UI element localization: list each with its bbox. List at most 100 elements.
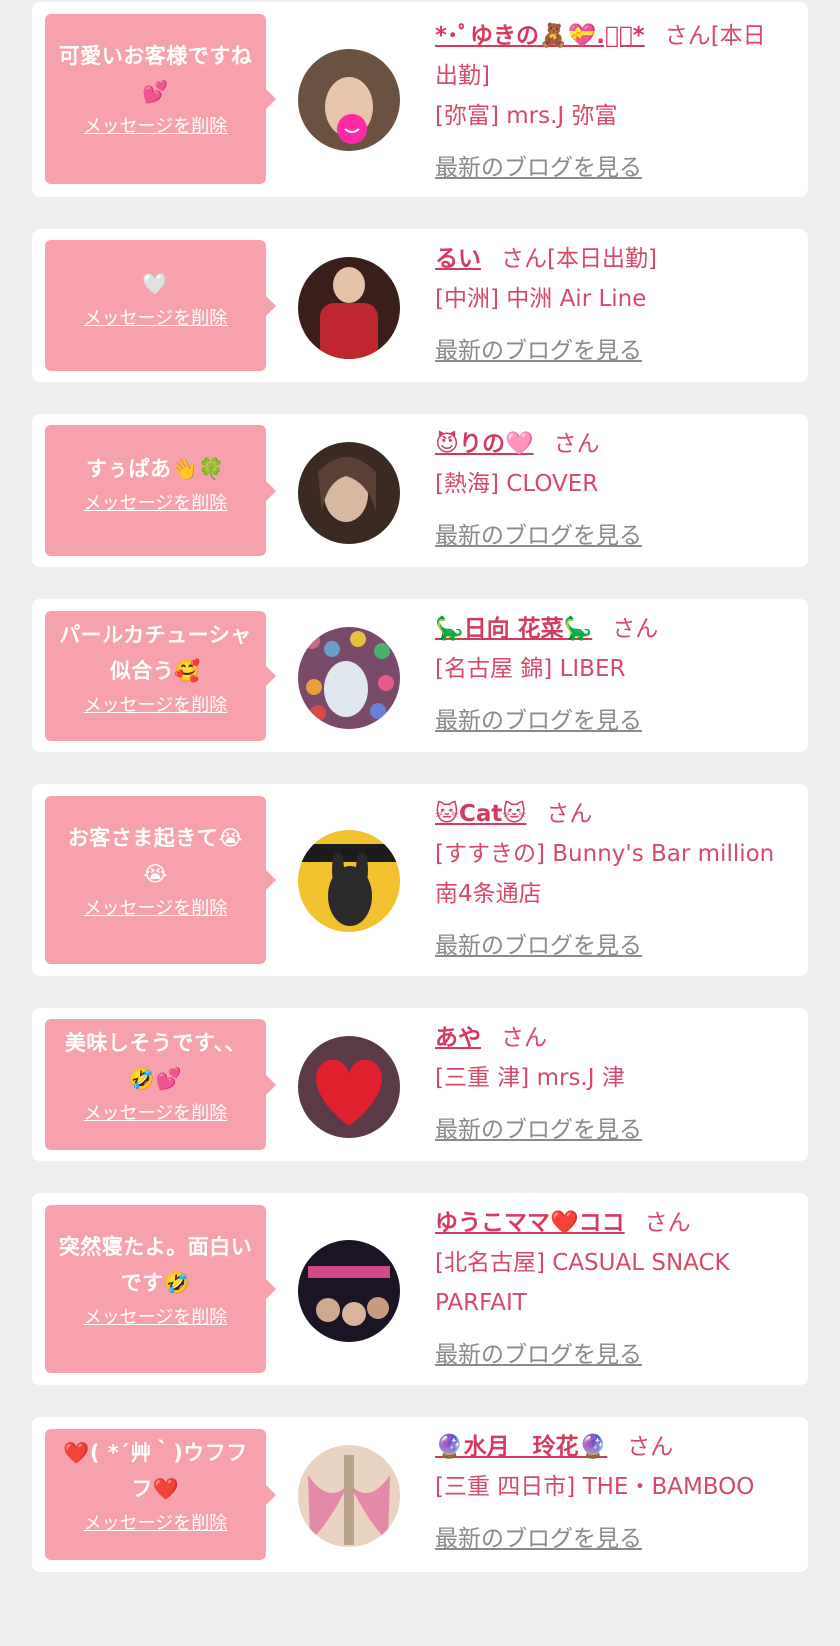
latest-blog-link[interactable]: 最新のブログを見る	[435, 516, 642, 556]
shop-name: THE・BAMBOO	[582, 1474, 755, 1500]
cast-name-line: 🐱Cat🐱 さん	[435, 794, 788, 834]
favorite-card: パールカチューシャ似合う🥰 メッセージを削除 🦕日向 花菜🦕 さん [名古屋 錦…	[32, 599, 808, 752]
area-label: [中洲]	[435, 286, 499, 312]
cast-name-link[interactable]: 😈りの🩷	[435, 431, 534, 457]
cast-name-link[interactable]: 🐱Cat🐱	[435, 801, 526, 827]
latest-blog-link[interactable]: 最新のブログを見る	[435, 1335, 642, 1375]
cast-name-link[interactable]: *･ﾟゆきの🧸💝.ﾟ･*	[435, 23, 645, 49]
favorite-card: 可愛いお客様ですね💕 メッセージを削除 *･ﾟゆきの🧸💝.ﾟ･* さん[本日出勤]…	[32, 2, 808, 197]
message-bubble: 美味しそうです、、🤣💕 メッセージを削除	[45, 1019, 276, 1150]
area-label: [すすきの]	[435, 841, 545, 867]
shop-name: mrs.J 弥富	[506, 103, 618, 129]
cast-name-link[interactable]: あや	[435, 1025, 481, 1051]
message-text: 突然寝たよ。面白いです🤣	[58, 1235, 253, 1295]
message-bubble: パールカチューシャ似合う🥰 メッセージを削除	[45, 611, 276, 741]
shop-line: [中洲] 中洲 Air Line	[435, 279, 788, 319]
honorific: さん	[546, 801, 593, 827]
cast-avatar[interactable]	[298, 442, 400, 544]
area-label: [弥富]	[435, 103, 499, 129]
message-text: すぅぱあ👋🍀	[86, 457, 225, 481]
cast-info: ゆうこママ❤️ココ さん [北名古屋] CASUAL SNACK PARFAIT …	[435, 1203, 788, 1375]
shop-line: [三重 四日市] THE・BAMBOO	[435, 1467, 788, 1507]
cast-info: *･ﾟゆきの🧸💝.ﾟ･* さん[本日出勤] [弥富] mrs.J 弥富 最新のブロ…	[435, 16, 788, 188]
message-bubble: お客さま起きて😭😭 メッセージを削除	[45, 796, 276, 964]
shop-line: [すすきの] Bunny's Bar million 南4条通店	[435, 834, 788, 914]
shop-name: CLOVER	[506, 471, 599, 497]
shop-line: [弥富] mrs.J 弥富	[435, 96, 788, 136]
cast-name-line: 🔮水月 玲花🔮 さん	[435, 1427, 788, 1467]
favorite-card: お客さま起きて😭😭 メッセージを削除 🐱Cat🐱 さん [すすきの] Bunny'…	[32, 784, 808, 976]
honorific: さん	[664, 23, 711, 49]
cast-avatar[interactable]	[298, 49, 400, 151]
cast-avatar[interactable]	[298, 1036, 400, 1138]
area-label: [北名古屋]	[435, 1250, 545, 1276]
honorific: さん	[501, 1025, 547, 1051]
message-bubble: 突然寝たよ。面白いです🤣 メッセージを削除	[45, 1205, 276, 1373]
delete-message-link[interactable]: メッセージを削除	[84, 1303, 228, 1329]
cast-name-line: ゆうこママ❤️ココ さん	[435, 1203, 788, 1243]
honorific: さん	[644, 1210, 691, 1236]
cast-name-link[interactable]: るい	[435, 246, 481, 272]
cast-avatar[interactable]	[298, 1445, 400, 1547]
shop-name: mrs.J 津	[536, 1065, 625, 1091]
message-text: 可愛いお客様ですね💕	[58, 44, 253, 104]
cast-avatar[interactable]	[298, 830, 400, 932]
cast-name-line: *･ﾟゆきの🧸💝.ﾟ･* さん[本日出勤]	[435, 16, 788, 96]
area-label: [三重 四日市]	[435, 1474, 576, 1500]
delete-message-link[interactable]: メッセージを削除	[84, 1509, 228, 1535]
cast-avatar[interactable]	[298, 1240, 400, 1342]
cast-avatar[interactable]	[298, 627, 400, 729]
area-label: [名古屋 錦]	[435, 656, 553, 682]
cast-name-line: あや さん	[435, 1018, 788, 1058]
delete-message-link[interactable]: メッセージを削除	[84, 894, 228, 920]
message-text: お客さま起きて😭😭	[67, 826, 244, 886]
latest-blog-link[interactable]: 最新のブログを見る	[435, 926, 642, 966]
favorite-card: 美味しそうです、、🤣💕 メッセージを削除 あや さん [三重 津] mrs.J 津…	[32, 1008, 808, 1161]
honorific: さん	[612, 616, 659, 642]
latest-blog-link[interactable]: 最新のブログを見る	[435, 701, 642, 741]
shop-name: 中洲 Air Line	[506, 286, 647, 312]
delete-message-link[interactable]: メッセージを削除	[84, 112, 228, 138]
favorite-card: すぅぱあ👋🍀 メッセージを削除 😈りの🩷 さん [熱海] CLOVER 最新のブロ…	[32, 414, 808, 567]
shop-line: [北名古屋] CASUAL SNACK PARFAIT	[435, 1243, 788, 1323]
shop-name: LIBER	[559, 656, 626, 682]
cast-avatar[interactable]	[298, 257, 400, 359]
cast-name-line: るい さん[本日出勤]	[435, 239, 788, 279]
cast-name-link[interactable]: 🔮水月 玲花🔮	[435, 1434, 607, 1460]
message-text: 美味しそうです、、🤣💕	[64, 1031, 247, 1091]
message-text: ❤️( *´艸｀)ウフフフ❤️	[63, 1441, 248, 1501]
cast-info: 🦕日向 花菜🦕 さん [名古屋 錦] LIBER 最新のブログを見る	[435, 609, 788, 741]
cast-info: 😈りの🩷 さん [熱海] CLOVER 最新のブログを見る	[435, 424, 788, 556]
latest-blog-link[interactable]: 最新のブログを見る	[435, 331, 642, 371]
latest-blog-link[interactable]: 最新のブログを見る	[435, 1110, 642, 1150]
cast-name-link[interactable]: 🦕日向 花菜🦕	[435, 616, 592, 642]
favorite-cast-list: 可愛いお客様ですね💕 メッセージを削除 *･ﾟゆきの🧸💝.ﾟ･* さん[本日出勤]…	[0, 0, 840, 1572]
message-bubble: すぅぱあ👋🍀 メッセージを削除	[45, 425, 276, 556]
latest-blog-link[interactable]: 最新のブログを見る	[435, 148, 642, 188]
latest-blog-link[interactable]: 最新のブログを見る	[435, 1519, 642, 1559]
shop-line: [三重 津] mrs.J 津	[435, 1058, 788, 1098]
delete-message-link[interactable]: メッセージを削除	[84, 1099, 228, 1125]
cast-info: るい さん[本日出勤] [中洲] 中洲 Air Line 最新のブログを見る	[435, 239, 788, 371]
delete-message-link[interactable]: メッセージを削除	[84, 691, 228, 717]
shop-line: [名古屋 錦] LIBER	[435, 649, 788, 689]
message-bubble: 🤍 メッセージを削除	[45, 240, 276, 371]
message-text: 🤍	[142, 272, 169, 296]
message-text: パールカチューシャ似合う🥰	[59, 623, 252, 683]
area-label: [熱海]	[435, 471, 499, 497]
message-bubble: ❤️( *´艸｀)ウフフフ❤️ メッセージを削除	[45, 1429, 276, 1560]
attendance-status: [本日出勤]	[547, 246, 657, 272]
message-bubble: 可愛いお客様ですね💕 メッセージを削除	[45, 14, 276, 184]
delete-message-link[interactable]: メッセージを削除	[84, 304, 228, 330]
cast-info: 🔮水月 玲花🔮 さん [三重 四日市] THE・BAMBOO 最新のブログを見る	[435, 1427, 788, 1559]
honorific: さん	[627, 1434, 674, 1460]
cast-info: あや さん [三重 津] mrs.J 津 最新のブログを見る	[435, 1018, 788, 1150]
honorific: さん	[501, 246, 547, 272]
cast-name-line: 😈りの🩷 さん	[435, 424, 788, 464]
cast-name-line: 🦕日向 花菜🦕 さん	[435, 609, 788, 649]
cast-name-link[interactable]: ゆうこママ❤️ココ	[435, 1210, 625, 1236]
cast-info: 🐱Cat🐱 さん [すすきの] Bunny's Bar million 南4条通店…	[435, 794, 788, 966]
favorite-card: 🤍 メッセージを削除 るい さん[本日出勤] [中洲] 中洲 Air Line 最…	[32, 229, 808, 382]
delete-message-link[interactable]: メッセージを削除	[84, 489, 228, 515]
favorite-card: ❤️( *´艸｀)ウフフフ❤️ メッセージを削除 🔮水月 玲花🔮 さん [三重 四…	[32, 1417, 808, 1572]
